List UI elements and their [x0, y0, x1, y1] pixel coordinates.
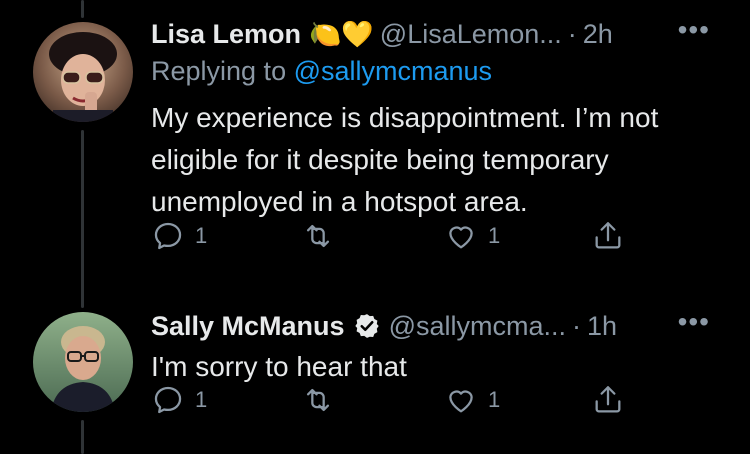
like-count: 1	[488, 223, 501, 248]
separator-dot: ·	[567, 18, 577, 49]
share-button[interactable]	[591, 383, 625, 417]
author-name[interactable]: Sally McManus	[151, 311, 345, 342]
replying-to: Replying to @sallymcmanus	[151, 56, 730, 87]
reply-icon	[154, 222, 182, 250]
like-button[interactable]: 1	[444, 219, 500, 253]
retweet-button[interactable]	[301, 383, 335, 417]
avatar-image	[33, 312, 133, 412]
tweet-header: Lisa Lemon 🍋💛 @LisaLemon... · 2h	[151, 14, 730, 54]
avatar-sally-mcmanus[interactable]	[33, 312, 133, 412]
tweet-lisa-lemon[interactable]: Lisa Lemon 🍋💛 @LisaLemon... · 2h ••• Rep…	[151, 14, 730, 223]
separator-dot: ·	[572, 310, 581, 341]
reply-button[interactable]: 1	[151, 219, 207, 253]
thread-line-top	[81, 0, 84, 18]
like-icon	[449, 390, 473, 413]
share-icon	[595, 386, 621, 413]
author-handle[interactable]: @sallymcma...	[389, 311, 566, 342]
tweet-text: I'm sorry to hear that	[151, 351, 407, 382]
thread-line-middle	[81, 130, 84, 308]
like-button[interactable]: 1	[444, 383, 500, 417]
more-options-icon[interactable]: •••	[678, 14, 710, 46]
reply-count: 1	[195, 223, 208, 248]
replying-to-link[interactable]: @sallymcmanus	[294, 56, 492, 86]
author-name[interactable]: Lisa Lemon	[151, 19, 301, 50]
retweet-button[interactable]	[301, 219, 335, 253]
timestamp[interactable]: 1h	[587, 311, 617, 342]
author-handle[interactable]: @LisaLemon...	[380, 19, 562, 50]
retweet-icon	[306, 224, 330, 248]
verified-icon	[354, 314, 379, 338]
timestamp[interactable]: 2h	[583, 19, 613, 50]
tweet-sally-mcmanus[interactable]: Sally McManus @sallymcma... · 1h ••• I'm…	[151, 306, 730, 388]
replying-to-label: Replying to	[151, 56, 287, 86]
thread-line-bottom	[81, 420, 84, 454]
share-button[interactable]	[591, 219, 625, 253]
reply-count: 1	[195, 387, 208, 412]
more-options-icon[interactable]: •••	[678, 306, 710, 338]
like-count: 1	[488, 387, 501, 412]
share-icon	[595, 222, 621, 249]
retweet-icon	[306, 388, 330, 412]
author-emoji: 🍋💛	[309, 18, 374, 49]
reply-icon	[154, 386, 182, 414]
avatar-lisa-lemon[interactable]	[33, 22, 133, 122]
like-icon	[449, 226, 473, 249]
tweet-text: My experience is disappointment. I’m not…	[151, 102, 659, 217]
reply-button[interactable]: 1	[151, 383, 207, 417]
avatar-image	[33, 22, 133, 122]
tweet-header: Sally McManus @sallymcma... · 1h	[151, 306, 730, 346]
